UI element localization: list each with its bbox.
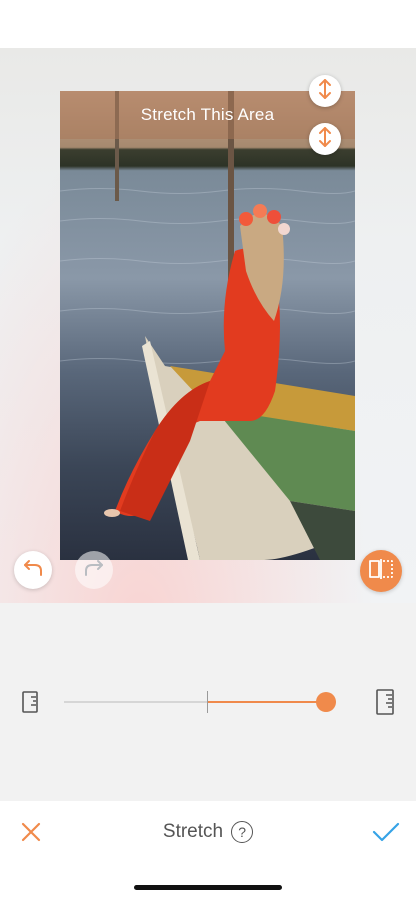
slider-thumb[interactable] (316, 692, 336, 712)
undo-button[interactable] (14, 551, 52, 589)
slider-fill (207, 701, 326, 703)
stretch-controls-panel (0, 603, 416, 801)
stretch-area-label: Stretch This Area (140, 105, 275, 124)
tool-title: Stretch (162, 821, 224, 842)
stretch-top-handle[interactable] (309, 75, 341, 107)
home-indicator (134, 885, 282, 890)
edited-photo[interactable] (60, 91, 355, 560)
bottom-toolbar: Stretch ? (0, 801, 416, 900)
redo-arrow-icon (84, 559, 104, 582)
stretch-slider[interactable] (64, 691, 336, 713)
compare-split-icon (368, 558, 394, 585)
checkmark-icon (372, 822, 400, 847)
ruler-small-icon (22, 691, 38, 718)
editor-canvas: Stretch This Area (0, 48, 416, 603)
undo-arrow-icon (23, 559, 43, 582)
tool-title-area: Stretch ? (0, 821, 416, 843)
compare-button[interactable] (360, 550, 402, 592)
redo-button[interactable] (75, 551, 113, 589)
vertical-resize-icon (316, 78, 334, 105)
help-icon[interactable]: ? (231, 821, 254, 843)
slider-center-mark (207, 691, 208, 713)
confirm-button[interactable] (372, 821, 400, 848)
stretch-bottom-handle[interactable] (309, 123, 341, 155)
ruler-large-icon (376, 689, 394, 720)
vertical-resize-icon (316, 126, 334, 153)
